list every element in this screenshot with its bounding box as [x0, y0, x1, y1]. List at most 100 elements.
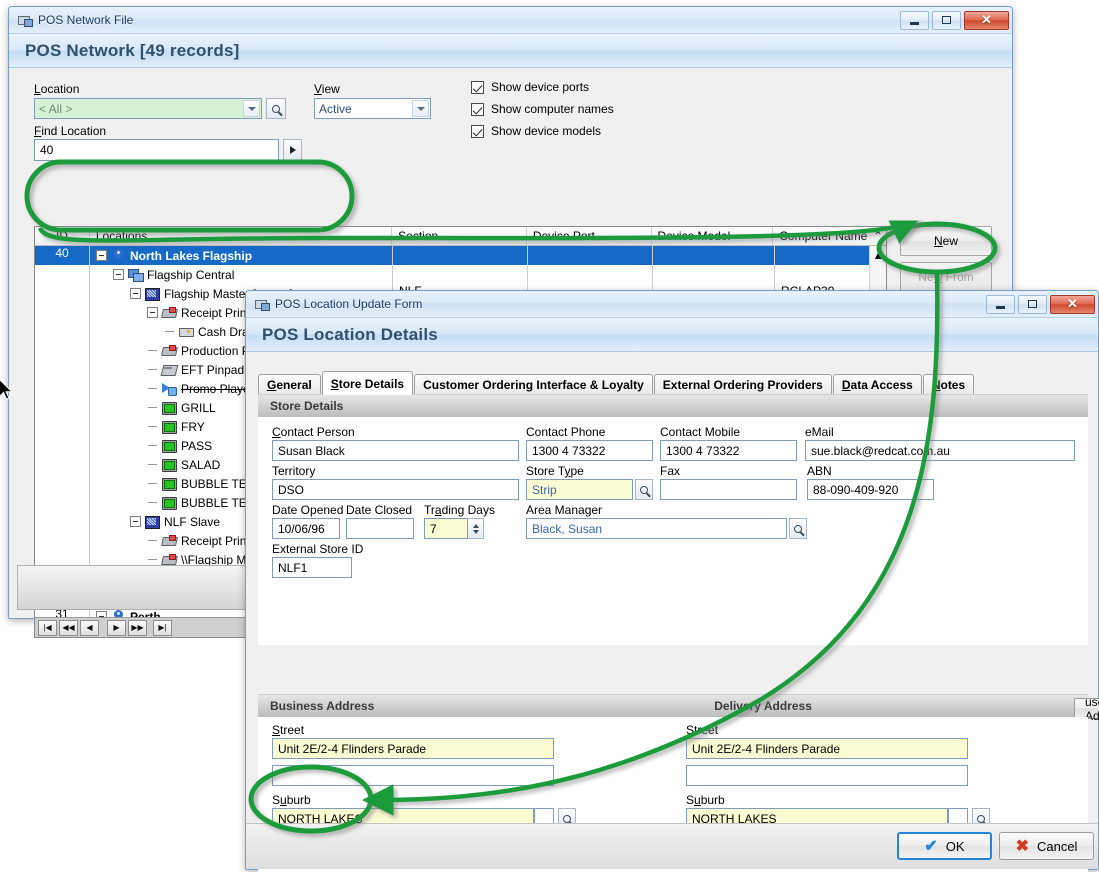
grid-id-cell: [35, 360, 89, 379]
dialog-tabstrip[interactable]: General Store Details Customer Ordering …: [258, 371, 1088, 395]
trading-days-spinner[interactable]: [468, 518, 484, 539]
location-combo[interactable]: < All >: [34, 98, 262, 119]
tree-collapse-icon[interactable]: [113, 269, 124, 280]
location-label-rest: ocation: [40, 82, 80, 96]
location-search-button[interactable]: [266, 98, 286, 119]
fax-input[interactable]: [660, 479, 797, 500]
tree-collapse-icon[interactable]: [130, 288, 141, 299]
tree-node-label: NLF Slave: [164, 514, 221, 529]
minimize-button[interactable]: [986, 294, 1015, 314]
tree-node[interactable]: Flagship Central: [90, 265, 392, 284]
external-store-id-label: External Store ID: [272, 542, 364, 556]
delivery-street-input[interactable]: Unit 2E/2-4 Flinders Parade: [686, 738, 968, 759]
contact-mobile-label: Contact Mobile: [660, 425, 741, 439]
territory-input[interactable]: DSO: [272, 479, 519, 500]
terminal-icon: [161, 419, 177, 434]
email-input[interactable]: sue.black@redcat.com.au: [805, 440, 1075, 461]
grid-id-cell: [35, 531, 89, 550]
tree-leaf-connector: [164, 326, 178, 337]
use-business-address-button[interactable]: use Business Address: [1074, 695, 1099, 723]
store-type-lookup-button[interactable]: [635, 479, 653, 500]
area-manager-lookup-button[interactable]: [789, 518, 807, 539]
delivery-street2-input[interactable]: [686, 765, 968, 786]
terminal-icon: [161, 476, 177, 491]
tree-node-label: FRY: [181, 419, 205, 434]
tab-data-access[interactable]: Data Access: [832, 374, 922, 395]
find-location-input[interactable]: 40: [34, 139, 279, 161]
tree-leaf-connector: [147, 440, 161, 451]
trading-days-input[interactable]: 7: [424, 518, 468, 539]
checkbox-label: Show computer names: [491, 102, 614, 116]
column-header-id[interactable]: ID: [35, 227, 90, 245]
contact-mobile-input[interactable]: 1300 4 73322: [660, 440, 797, 461]
nav-last-button[interactable]: ▶|: [153, 619, 172, 636]
find-location-go-button[interactable]: [283, 139, 302, 161]
maximize-button[interactable]: [1018, 294, 1047, 314]
store-type-input[interactable]: Strip: [526, 479, 633, 500]
checkbox-icon: [471, 80, 484, 94]
main-window-titlebar[interactable]: POS Network File ✕: [9, 7, 1012, 34]
tab-notes[interactable]: Notes: [922, 374, 975, 395]
area-manager-input[interactable]: Black, Susan: [526, 518, 787, 539]
business-street2-input[interactable]: [272, 765, 554, 786]
dialog-title: POS Location Update Form: [275, 297, 423, 311]
chevron-down-icon[interactable]: [412, 100, 429, 117]
pos-location-update-dialog: POS Location Update Form ✕ POS Location …: [245, 290, 1099, 872]
nav-next-page-button[interactable]: ▶▶: [128, 619, 147, 636]
magnifier-icon: [794, 524, 802, 533]
abn-label: ABN: [807, 464, 832, 478]
column-header-computer-name[interactable]: Computer Name: [773, 227, 869, 245]
new-from-button[interactable]: New From: [900, 262, 992, 292]
contact-person-label: Contact Person: [272, 425, 355, 439]
checkbox-show-device-ports[interactable]: Show device ports: [471, 80, 614, 94]
chevron-down-icon[interactable]: [243, 100, 260, 117]
business-street-input[interactable]: Unit 2E/2-4 Flinders Parade: [272, 738, 554, 759]
nav-prev-button[interactable]: ◀: [80, 619, 99, 636]
tree-collapse-icon[interactable]: [130, 516, 141, 527]
scroll-up-arrow-icon[interactable]: ▲: [870, 246, 886, 263]
grid-id-cell: [35, 379, 89, 398]
date-closed-input[interactable]: [346, 518, 414, 539]
server-icon: [144, 286, 160, 301]
contact-person-input[interactable]: Susan Black: [272, 440, 519, 461]
grid-id-cell: [35, 455, 89, 474]
contact-phone-input[interactable]: 1300 4 73322: [526, 440, 653, 461]
checkbox-show-device-models[interactable]: Show device models: [471, 124, 614, 138]
nav-first-button[interactable]: |◀: [38, 619, 57, 636]
new-button[interactable]: New: [900, 226, 992, 256]
find-location-label: Find Location: [34, 124, 107, 138]
abn-input[interactable]: 88-090-409-920: [807, 479, 934, 500]
tab-customer-ordering[interactable]: Customer Ordering Interface & Loyalty: [414, 374, 653, 395]
tree-node-label: Receipt Print: [181, 533, 250, 548]
location-combo-value: < All >: [39, 101, 73, 116]
grid-id-cell: [35, 436, 89, 455]
dialog-footer: ✔ OK ✖ Cancel: [246, 823, 1098, 869]
tab-external-ordering[interactable]: External Ordering Providers: [653, 374, 832, 395]
column-header-locations[interactable]: Locations: [90, 227, 393, 245]
tree-collapse-icon[interactable]: [147, 307, 158, 318]
dialog-titlebar[interactable]: POS Location Update Form ✕: [246, 291, 1098, 318]
close-button[interactable]: ✕: [1050, 294, 1095, 314]
close-button[interactable]: ✕: [964, 10, 1009, 30]
column-header-device-port[interactable]: Device Port: [527, 227, 652, 245]
date-opened-input[interactable]: 10/06/96: [272, 518, 340, 539]
nav-next-button[interactable]: ▶: [107, 619, 126, 636]
external-store-id-input[interactable]: NLF1: [272, 557, 352, 578]
column-header-section[interactable]: Section: [392, 227, 527, 245]
tree-node-label: GRILL: [181, 400, 216, 415]
nav-prev-page-button[interactable]: ◀◀: [59, 619, 78, 636]
minimize-button[interactable]: [900, 10, 929, 30]
column-header-device-model[interactable]: Device Model: [652, 227, 774, 245]
grid-computer-name-cell: [775, 246, 870, 265]
checkbox-show-computer-names[interactable]: Show computer names: [471, 102, 614, 116]
grid-section-cell: [393, 265, 527, 284]
tree-collapse-icon[interactable]: [96, 250, 107, 261]
tree-node[interactable]: North Lakes Flagship: [90, 246, 392, 265]
ok-button[interactable]: ✔ OK: [897, 832, 992, 860]
view-combo[interactable]: Active: [314, 98, 431, 119]
cancel-button[interactable]: ✖ Cancel: [999, 832, 1094, 860]
maximize-button[interactable]: [932, 10, 961, 30]
business-suburb-label: Suburb: [272, 793, 311, 807]
tab-general[interactable]: General: [258, 374, 321, 395]
tab-store-details[interactable]: Store Details: [321, 371, 414, 395]
